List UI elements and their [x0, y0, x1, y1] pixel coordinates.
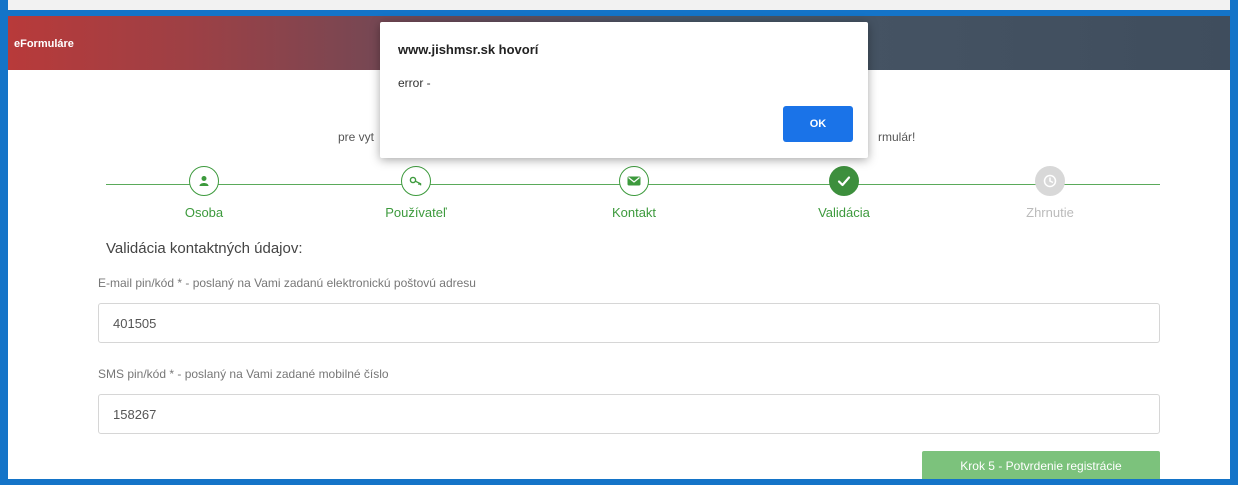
page-subtitle-left: pre vyt	[338, 130, 375, 144]
step-kontakt[interactable]: Kontakt	[564, 166, 704, 220]
dialog-message: error -	[398, 76, 431, 90]
sms-pin-label: SMS pin/kód * - poslaný na Vami zadané m…	[98, 367, 389, 381]
email-pin-input[interactable]	[98, 303, 1160, 343]
step-pouzivatel[interactable]: Používateľ	[346, 166, 486, 220]
step-label: Kontakt	[611, 205, 657, 220]
step-validacia[interactable]: Validácia	[774, 166, 914, 220]
step-label: Validácia	[818, 205, 870, 220]
checkmark-icon	[829, 166, 859, 196]
confirm-registration-button[interactable]: Krok 5 - Potvrdenie registrácie	[922, 451, 1160, 479]
browser-top-strip	[8, 0, 1230, 10]
alert-dialog: www.jishmsr.sk hovorí error - OK	[380, 22, 868, 158]
page-subtitle-right: rmulár!	[878, 130, 916, 144]
brand-link[interactable]: eFormuláre	[14, 38, 74, 50]
dialog-title: www.jishmsr.sk hovorí	[398, 42, 539, 57]
person-icon	[189, 166, 219, 196]
step-zhrnutie: Zhrnutie	[980, 166, 1120, 220]
step-osoba[interactable]: Osoba	[134, 166, 274, 220]
sms-pin-input[interactable]	[98, 394, 1160, 434]
step-label: Používateľ	[385, 205, 447, 220]
email-pin-label: E-mail pin/kód * - poslaný na Vami zadan…	[98, 276, 476, 290]
ok-button[interactable]: OK	[783, 106, 853, 142]
key-icon	[401, 166, 431, 196]
clock-icon	[1035, 166, 1065, 196]
envelope-icon	[619, 166, 649, 196]
step-label: Osoba	[184, 205, 224, 220]
section-title: Validácia kontaktných údajov:	[106, 240, 303, 257]
step-label: Zhrnutie	[1026, 205, 1074, 220]
